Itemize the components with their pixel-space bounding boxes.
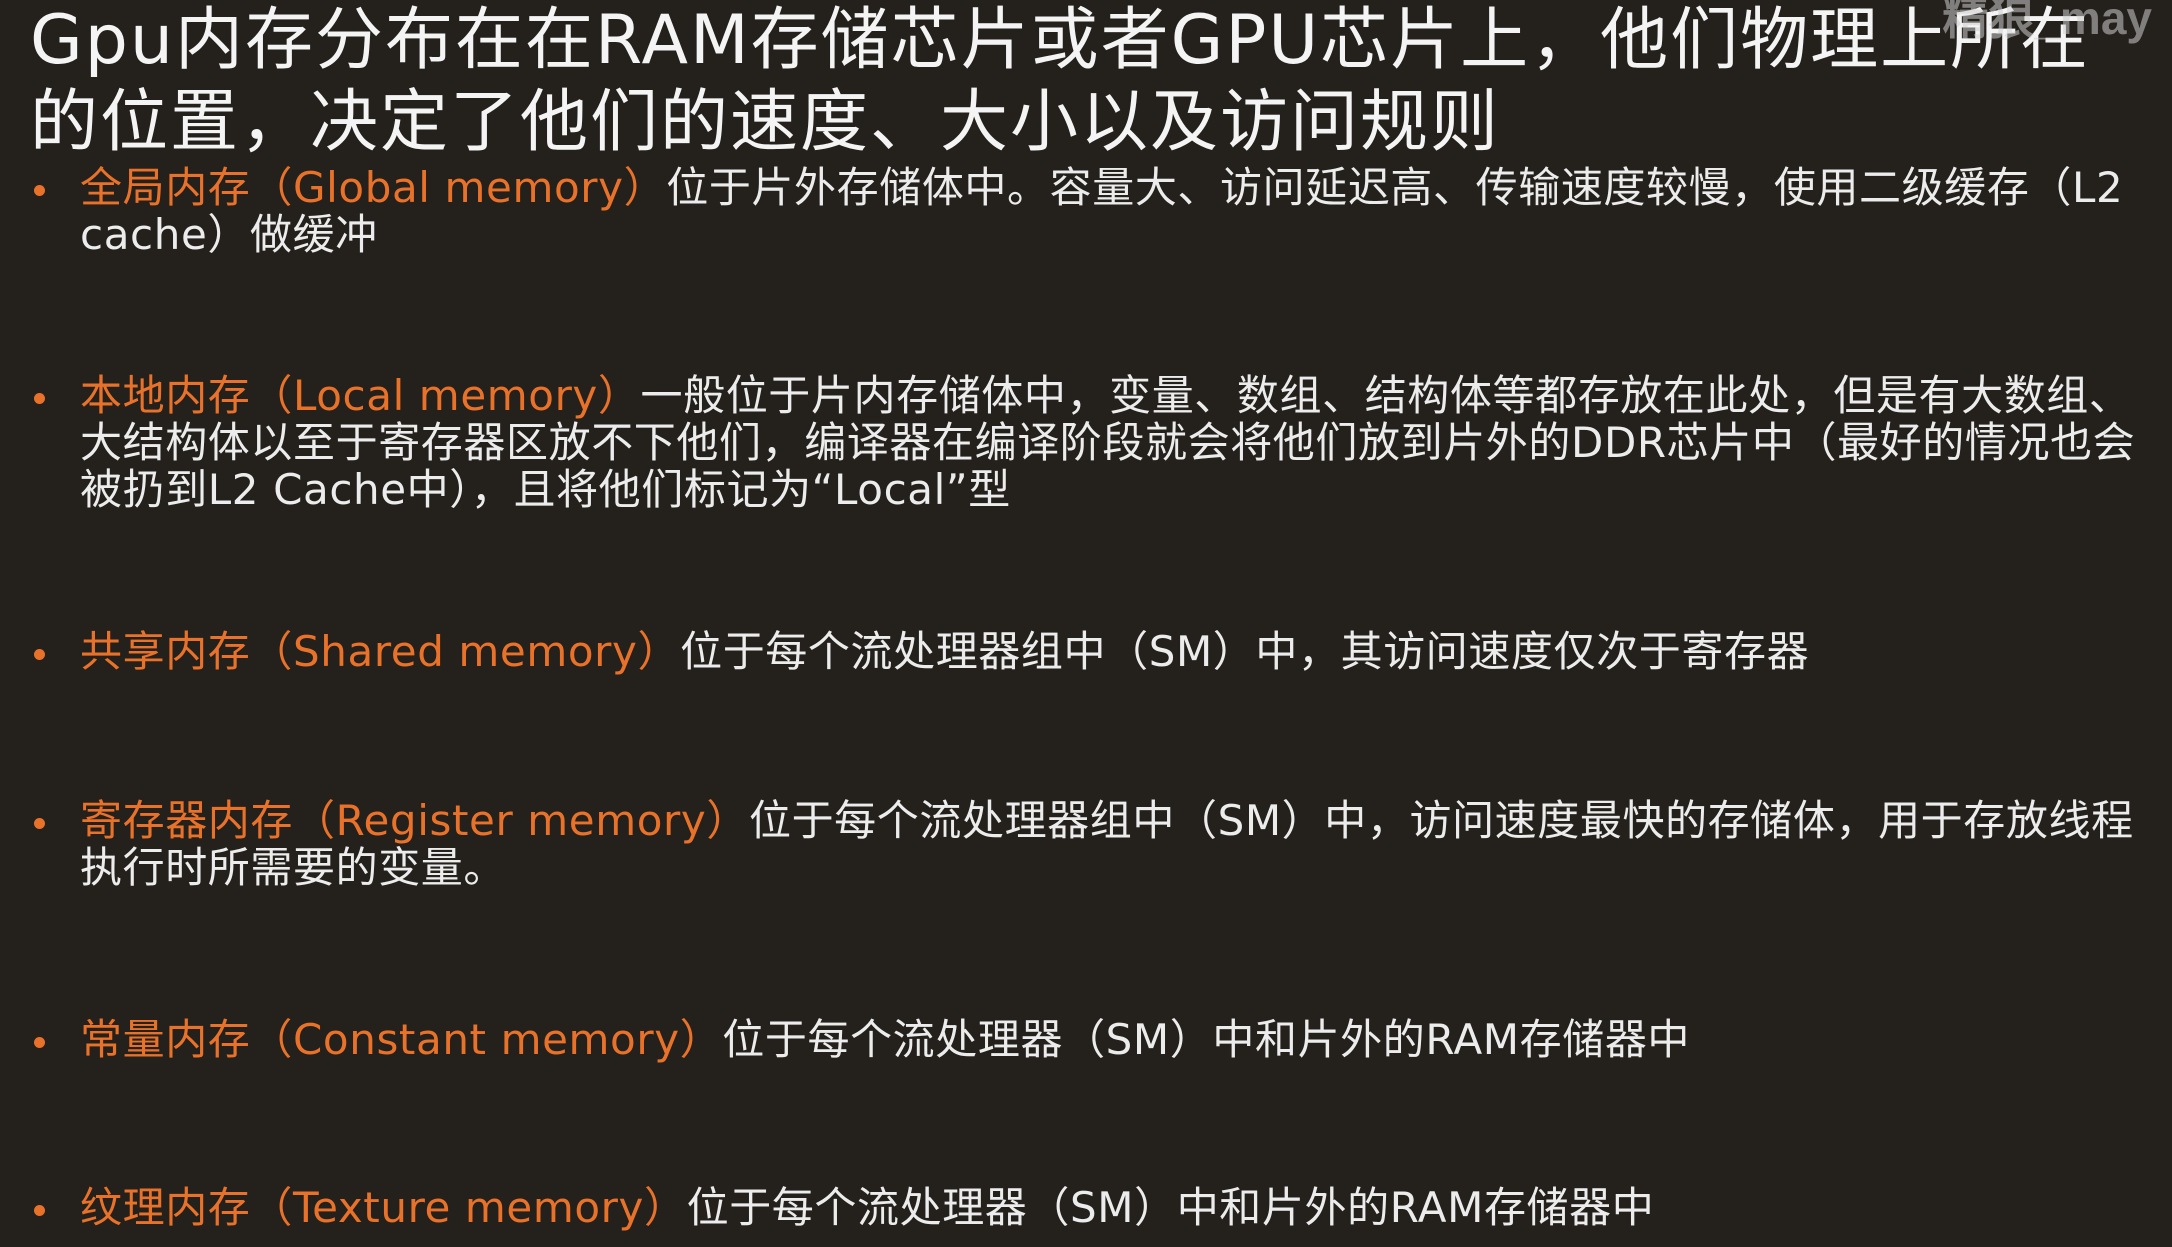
memory-term: 寄存器内存（Register memory） xyxy=(80,796,749,845)
memory-description: 位于每个流处理器（SM）中和片外的RAM存储器中 xyxy=(686,1183,1655,1232)
memory-term: 共享内存（Shared memory） xyxy=(80,627,681,676)
memory-term: 全局内存（Global memory） xyxy=(80,163,667,212)
memory-type-list: 全局内存（Global memory）位于片外存储体中。容量大、访问延迟高、传输… xyxy=(0,0,2172,1247)
bullet-dot-icon xyxy=(34,818,45,829)
list-item-constant-memory: 常量内存（Constant memory）位于每个流处理器（SM）中和片外的RA… xyxy=(30,1016,2155,1063)
list-item-texture-memory: 纹理内存（Texture memory）位于每个流处理器（SM）中和片外的RAM… xyxy=(30,1184,2155,1231)
memory-description: 位于每个流处理器（SM）中和片外的RAM存储器中 xyxy=(722,1015,1691,1064)
bullet-text: 本地内存（Local memory）一般位于片内存储体中，变量、数组、结构体等都… xyxy=(80,372,2155,513)
bullet-dot-icon xyxy=(34,649,45,660)
bullet-dot-icon xyxy=(34,393,45,404)
memory-term: 纹理内存（Texture memory） xyxy=(80,1183,687,1232)
slide: Gpu内存分布在在RAM存储芯片或者GPU芯片上，他们物理上所在 的位置，决定了… xyxy=(0,0,2172,1247)
list-item-shared-memory: 共享内存（Shared memory）位于每个流处理器组中（SM）中，其访问速度… xyxy=(30,628,2155,675)
list-item-register-memory: 寄存器内存（Register memory）位于每个流处理器组中（SM）中，访问… xyxy=(30,797,2155,891)
bullet-text: 寄存器内存（Register memory）位于每个流处理器组中（SM）中，访问… xyxy=(80,797,2155,891)
bullet-text: 全局内存（Global memory）位于片外存储体中。容量大、访问延迟高、传输… xyxy=(80,164,2155,258)
list-item-local-memory: 本地内存（Local memory）一般位于片内存储体中，变量、数组、结构体等都… xyxy=(30,372,2155,513)
list-item-global-memory: 全局内存（Global memory）位于片外存储体中。容量大、访问延迟高、传输… xyxy=(30,164,2155,258)
memory-term: 本地内存（Local memory） xyxy=(80,371,641,420)
bullet-dot-icon xyxy=(34,185,45,196)
memory-description: 位于每个流处理器组中（SM）中，其访问速度仅次于寄存器 xyxy=(680,627,1810,676)
bullet-text: 纹理内存（Texture memory）位于每个流处理器（SM）中和片外的RAM… xyxy=(80,1184,2155,1231)
memory-term: 常量内存（Constant memory） xyxy=(80,1015,723,1064)
bullet-text: 共享内存（Shared memory）位于每个流处理器组中（SM）中，其访问速度… xyxy=(80,628,2155,675)
bullet-dot-icon xyxy=(34,1037,45,1048)
bullet-dot-icon xyxy=(34,1205,45,1216)
bullet-text: 常量内存（Constant memory）位于每个流处理器（SM）中和片外的RA… xyxy=(80,1016,2155,1063)
